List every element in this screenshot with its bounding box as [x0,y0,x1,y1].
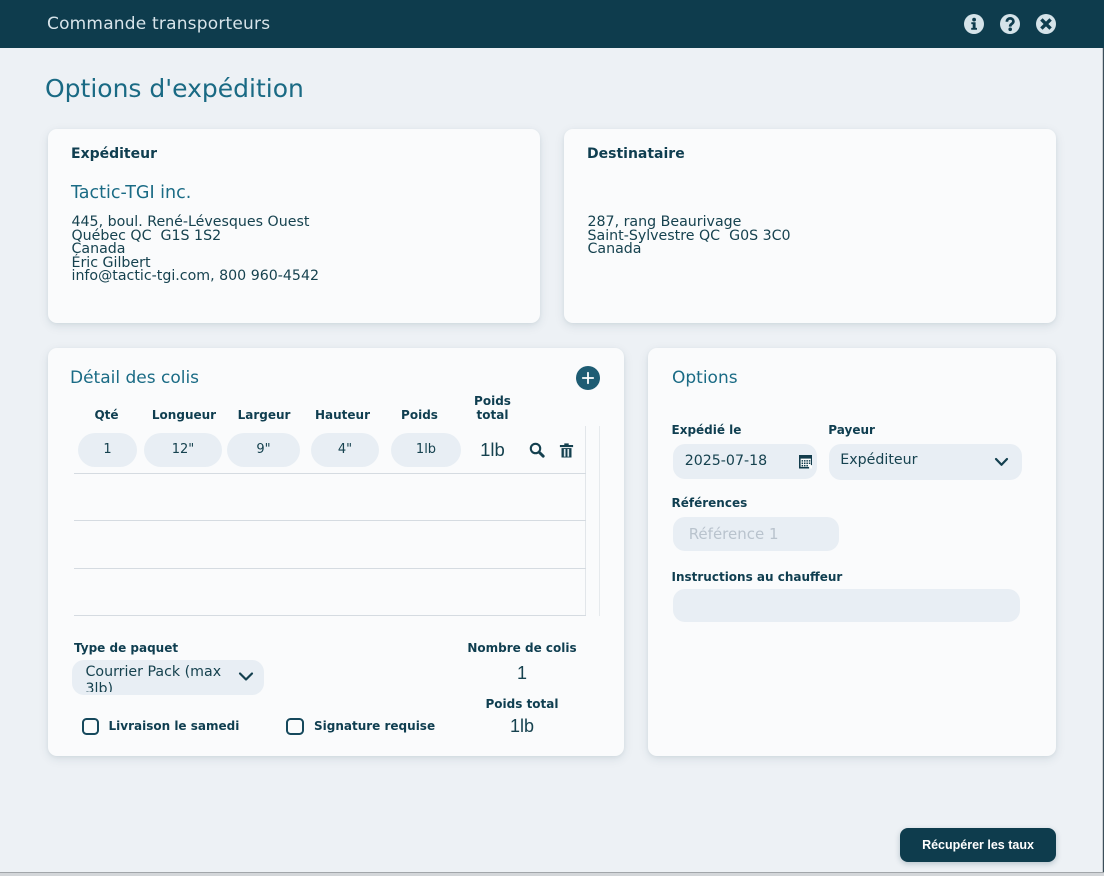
package-count-label: Nombre de colis [467,641,576,655]
col-header-width: Largeur [238,408,291,422]
col-header-weight: Poids [401,408,438,422]
payer-label: Payeur [828,423,875,437]
options-card: Options Expédié le 2025-07-18 Payeur Exp… [648,348,1056,756]
options-title: Options [672,368,738,388]
recipient-card-title: Destinataire [587,146,685,162]
width-input[interactable] [227,433,300,467]
recipient-card: Destinataire 287, rang BeaurivageSaint-S… [564,129,1056,323]
package-type-value: Courrier Pack (max 3lb) [86,664,236,692]
packages-table: 1lb [74,426,586,616]
total-weight-label: Poids total [486,697,559,711]
calendar-icon[interactable] [799,455,813,469]
row-total-weight: 1lb [480,439,505,461]
get-rates-button[interactable]: Récupérer les taux [900,828,1056,862]
window-title: Commande transporteurs [47,0,270,48]
sender-company: Tactic-TGI inc. [71,183,191,203]
sender-card-title: Expéditeur [71,146,157,162]
signature-label: Signature requise [314,719,435,733]
help-icon[interactable] [1000,14,1020,34]
reference-input[interactable] [673,517,839,551]
page-title: Options d'expédition [45,74,304,103]
sender-address: 445, boul. René-Lévesques OuestQuébec QC… [72,216,320,284]
table-scrollbar[interactable] [586,426,600,616]
qty-input[interactable] [78,433,137,467]
package-type-select[interactable]: Courrier Pack (max 3lb) [72,660,264,695]
sender-card: Expéditeur Tactic-TGI inc. 445, boul. Re… [48,129,540,323]
package-row-empty [74,474,586,522]
close-icon[interactable] [1036,14,1056,34]
package-row-empty [74,569,586,617]
packages-card: Détail des colis Qté Longueur Largeur Ha… [48,348,624,756]
height-input[interactable] [311,433,379,467]
instructions-label: Instructions au chauffeur [672,570,843,584]
signature-checkbox[interactable] [286,718,304,736]
payer-value: Expéditeur [840,452,917,468]
trash-icon[interactable] [558,442,575,459]
saturday-label: Livraison le samedi [109,719,240,733]
package-type-label: Type de paquet [74,641,178,655]
add-package-button[interactable] [576,366,600,390]
col-header-total: Poidstotal [474,394,511,422]
window-titlebar: Commande transporteurs [0,0,1104,48]
total-weight-value: 1lb [510,716,534,737]
weight-input[interactable] [391,433,461,467]
saturday-checkbox[interactable] [82,718,100,736]
window-bottom-edge [0,872,1104,876]
shipped-date-field[interactable]: 2025-07-18 [673,444,817,479]
package-count-value: 1 [517,663,527,684]
shipped-date-label: Expédié le [672,423,742,437]
info-icon[interactable] [964,14,984,34]
package-row: 1lb [74,426,586,474]
search-icon[interactable] [529,442,546,459]
col-header-qty: Qté [94,408,118,422]
payer-select[interactable]: Expéditeur [829,444,1022,480]
col-header-height: Hauteur [315,408,370,422]
packages-title: Détail des colis [70,368,199,388]
instructions-input[interactable] [673,589,1020,622]
references-label: Références [672,496,748,510]
package-row-empty [74,521,586,569]
length-input[interactable] [144,433,222,467]
shipped-date-value: 2025-07-18 [685,453,767,469]
col-header-total-line2: total [477,408,509,422]
col-header-total-line1: Poids [474,394,511,408]
recipient-address: 287, rang BeaurivageSaint-Sylvestre QC G… [588,216,791,257]
col-header-length: Longueur [152,408,216,422]
